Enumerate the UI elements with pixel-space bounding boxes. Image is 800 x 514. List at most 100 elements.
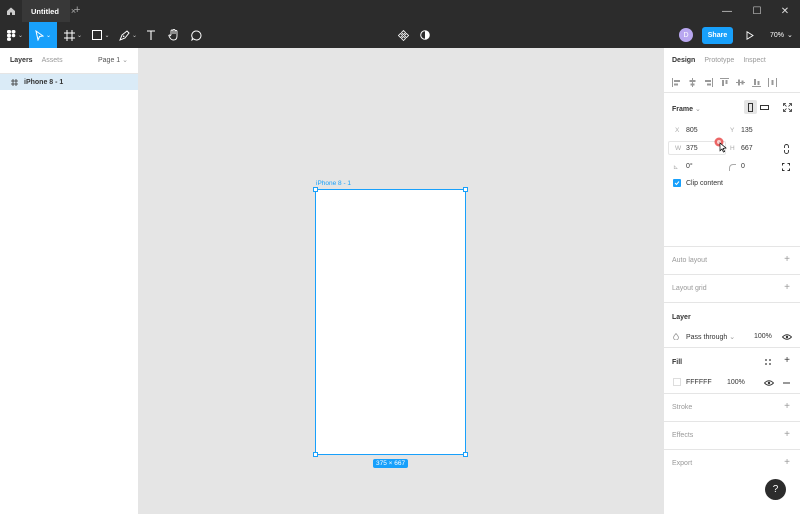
window-close-icon[interactable]: ✕	[770, 0, 800, 22]
page-selector[interactable]: Page 1 ⌄	[98, 56, 128, 64]
size-badge: 375 × 667	[373, 459, 409, 468]
rotation-icon: ⊾	[673, 164, 679, 171]
hand-tool-button[interactable]	[165, 22, 181, 48]
hand-icon	[167, 29, 177, 41]
x-input[interactable]: 805	[686, 127, 698, 134]
blend-mode-dropdown[interactable]: Pass through ⌄	[686, 333, 735, 341]
align-vertical-center-icon[interactable]	[736, 78, 745, 87]
landscape-orientation-icon[interactable]	[758, 100, 771, 114]
layer-item-frame[interactable]: iPhone 8 - 1	[0, 73, 138, 90]
tab-prototype[interactable]: Prototype	[704, 57, 734, 64]
canvas[interactable]: iPhone 8 - 1 375 × 667	[139, 48, 663, 514]
rotation-input[interactable]: 0°	[686, 163, 693, 170]
chevron-down-icon: ⌄	[122, 57, 128, 64]
pen-tool-button[interactable]: ⌄	[115, 22, 141, 48]
align-right-icon[interactable]	[704, 78, 713, 87]
frame-tool-button[interactable]: ⌄	[60, 22, 86, 48]
eye-icon[interactable]	[781, 332, 792, 341]
iphone-frame[interactable]	[315, 189, 466, 455]
chevron-down-icon: ⌄	[787, 32, 793, 39]
corner-radius-input[interactable]: 0	[741, 163, 745, 170]
resize-to-fit-icon[interactable]	[780, 100, 794, 114]
add-effect-icon[interactable]: +	[784, 429, 790, 440]
fill-color-swatch[interactable]	[673, 378, 681, 386]
resize-handle-bottom-right[interactable]	[463, 452, 468, 457]
comment-tool-button[interactable]	[188, 22, 204, 48]
fill-hex-input[interactable]: FFFFFF	[686, 379, 712, 386]
component-tool-button[interactable]	[396, 22, 410, 48]
fill-section: Fill + FFFFFF 100%	[664, 348, 800, 394]
y-input[interactable]: 135	[741, 127, 753, 134]
fill-title: Fill	[672, 359, 683, 366]
add-export-icon[interactable]: +	[784, 457, 790, 468]
help-button[interactable]: ?	[765, 479, 786, 500]
effects-section: Effects +	[664, 422, 800, 450]
add-layout-grid-icon[interactable]: +	[784, 282, 790, 293]
blend-mode-label: Pass through	[686, 334, 728, 341]
move-tool-button[interactable]: ⌄	[29, 22, 57, 48]
add-auto-layout-icon[interactable]: +	[784, 254, 790, 265]
h-input[interactable]: 667	[741, 145, 753, 152]
align-bottom-icon[interactable]	[752, 78, 761, 87]
frame-section-title[interactable]: Frame ⌄	[672, 105, 701, 113]
zoom-dropdown[interactable]: 70% ⌄	[770, 22, 793, 48]
page-label: Page 1	[97, 57, 121, 64]
comment-icon	[190, 30, 201, 41]
shape-tool-button[interactable]: ⌄	[88, 22, 114, 48]
layout-grid-title: Layout grid	[672, 285, 707, 292]
main-menu-button[interactable]: ⌄	[4, 22, 26, 48]
title-bar: Untitled × + — ☐ ✕	[0, 0, 800, 22]
present-button[interactable]	[743, 22, 757, 48]
tab-design[interactable]: Design	[672, 57, 695, 64]
portrait-orientation-icon[interactable]	[744, 100, 757, 114]
distribute-spacing-icon[interactable]	[768, 78, 777, 87]
layer-title: Layer	[672, 314, 691, 321]
corner-radius-icon	[729, 164, 736, 171]
align-left-icon[interactable]	[672, 78, 681, 87]
h-label: H	[730, 145, 735, 152]
home-icon[interactable]	[0, 0, 22, 22]
clip-content-label: Clip content	[686, 180, 723, 187]
layout-grid-section: Layout grid +	[664, 275, 800, 303]
file-tab[interactable]: Untitled ×	[22, 0, 76, 22]
chevron-down-icon: ⌄	[694, 106, 701, 113]
layer-section: Layer Pass through ⌄ 100%	[664, 303, 800, 348]
style-grid-icon[interactable]	[763, 357, 773, 367]
eye-icon[interactable]	[763, 378, 774, 387]
add-fill-icon[interactable]: +	[784, 355, 790, 366]
independent-corners-icon[interactable]	[780, 161, 792, 173]
align-horizontal-center-icon[interactable]	[688, 78, 697, 87]
figma-menu-icon	[6, 29, 16, 41]
remove-fill-icon[interactable]	[781, 378, 791, 387]
add-stroke-icon[interactable]: +	[784, 401, 790, 412]
frame-label[interactable]: iPhone 8 - 1	[316, 180, 351, 187]
toolbar: ⌄ ⌄ ⌄ ⌄ ⌄ D Share 70% ⌄	[0, 22, 800, 48]
tab-assets[interactable]: Assets	[42, 57, 63, 64]
tab-inspect[interactable]: Inspect	[743, 57, 766, 64]
properties-panel: Design Prototype Inspect Frame ⌄ X 805 Y…	[663, 48, 800, 514]
w-input[interactable]: 375	[686, 145, 698, 152]
clip-content-checkbox[interactable]	[673, 179, 681, 187]
new-tab-icon[interactable]: +	[74, 4, 80, 16]
resize-handle-bottom-left[interactable]	[313, 452, 318, 457]
constrain-proportions-icon[interactable]	[780, 143, 792, 155]
layer-name: iPhone 8 - 1	[24, 78, 64, 86]
file-tab-title: Untitled	[31, 6, 59, 16]
resize-handle-top-left[interactable]	[313, 187, 318, 192]
fill-opacity-input[interactable]: 100%	[727, 379, 745, 386]
tab-layers[interactable]: Layers	[10, 57, 33, 64]
maximize-icon[interactable]: ☐	[742, 0, 772, 22]
stroke-section: Stroke +	[664, 394, 800, 422]
share-button[interactable]: Share	[702, 27, 733, 44]
mouse-cursor-icon	[714, 137, 728, 155]
layer-opacity-input[interactable]: 100%	[754, 333, 772, 340]
resize-handle-top-right[interactable]	[463, 187, 468, 192]
mask-tool-button[interactable]	[418, 22, 432, 48]
avatar[interactable]: D	[679, 28, 693, 42]
align-top-icon[interactable]	[720, 78, 729, 87]
minimize-icon[interactable]: —	[712, 0, 742, 22]
auto-layout-title: Auto layout	[672, 257, 708, 264]
chevron-down-icon: ⌄	[729, 334, 736, 341]
text-tool-button[interactable]	[143, 22, 159, 48]
pen-icon	[119, 29, 130, 41]
